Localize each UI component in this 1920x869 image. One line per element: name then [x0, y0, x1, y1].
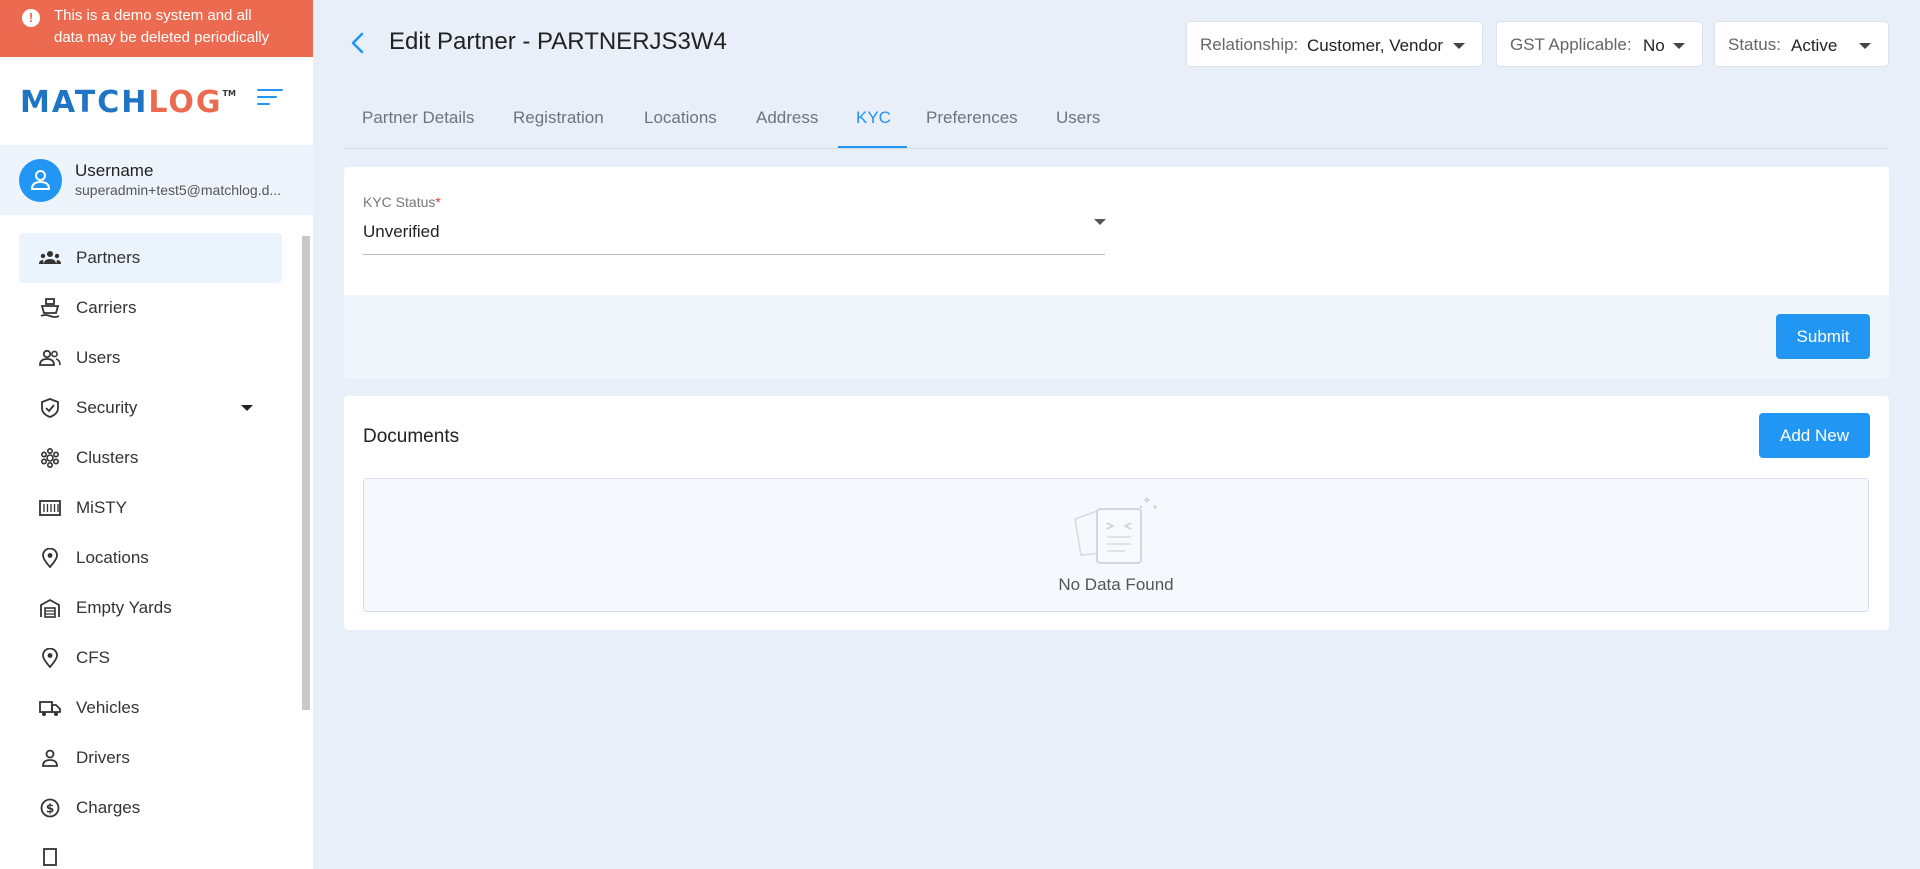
empty-state-text: No Data Found — [1058, 575, 1174, 594]
tab-preferences[interactable]: Preferences — [926, 108, 1018, 128]
documents-card: Documents Add New No Data Found — [344, 396, 1889, 630]
status-label: Status: — [1728, 35, 1781, 54]
sidebar-nav: Partners Carriers Users Security Cluster… — [0, 233, 313, 869]
sidebar-item-locations[interactable]: Locations — [19, 533, 282, 583]
field-underline — [363, 254, 1105, 255]
dollar-icon: $ — [40, 798, 60, 818]
sidebar-item-label: Carriers — [76, 298, 137, 317]
relationship-value: Customer, Vendor — [1307, 36, 1444, 55]
sidebar-item-clusters[interactable]: Clusters — [19, 433, 282, 483]
container-icon — [39, 500, 61, 516]
sidebar-item-label: Empty Yards — [76, 598, 172, 617]
sidebar-item-users[interactable]: Users — [19, 333, 282, 383]
kyc-status-label: KYC Status* — [363, 194, 441, 210]
sidebar-item-label: MiSTY — [76, 498, 127, 517]
user-profile[interactable]: Username superadmin+test5@matchlog.d... — [0, 145, 313, 215]
status-select[interactable]: Status: Active — [1714, 21, 1889, 67]
sidebar-item-misty[interactable]: MiSTY — [19, 483, 282, 533]
no-data-icon — [1074, 497, 1157, 564]
app-logo[interactable]: MATCHLOGTM — [20, 85, 236, 120]
sidebar-item-charges[interactable]: $ Charges — [19, 783, 282, 833]
back-arrow-icon[interactable] — [347, 30, 369, 56]
kyc-card-footer: Submit — [344, 295, 1889, 378]
demo-banner: ! This is a demo system and all data may… — [0, 0, 313, 57]
sidebar-item-label: Charges — [76, 798, 141, 817]
documents-title: Documents — [363, 426, 460, 447]
sidebar-item-label: CFS — [76, 648, 110, 667]
chevron-down-icon — [1859, 43, 1871, 49]
sidebar: ! This is a demo system and all data may… — [0, 0, 313, 869]
partner-tabs: Partner Details Registration Locations A… — [344, 90, 1888, 149]
page-header: Edit Partner - PARTNERJS3W4 Relationship… — [313, 0, 1920, 90]
warehouse-icon — [40, 598, 60, 618]
sidebar-item-label: Vehicles — [76, 698, 140, 717]
sidebar-item-label: Clusters — [76, 448, 139, 467]
relationship-select[interactable]: Relationship: Customer, Vendor — [1186, 21, 1483, 67]
page-title: Edit Partner - PARTNERJS3W4 — [389, 28, 727, 55]
sidebar-item-cfs[interactable]: CFS — [19, 633, 282, 683]
sidebar-item-label: Users — [76, 348, 121, 367]
gst-value: No — [1643, 36, 1665, 55]
warning-icon: ! — [22, 9, 40, 27]
users-icon — [39, 349, 61, 366]
avatar — [19, 159, 62, 202]
ship-icon — [40, 298, 60, 318]
sidebar-item-vehicles[interactable]: Vehicles — [19, 683, 282, 733]
document-icon — [43, 848, 57, 866]
chevron-down-icon — [1453, 43, 1465, 49]
add-new-button[interactable]: Add New — [1759, 413, 1870, 458]
tab-registration[interactable]: Registration — [513, 108, 604, 128]
clusters-icon — [40, 448, 60, 468]
chevron-down-icon — [1673, 43, 1685, 49]
sidebar-item-label: Security — [76, 398, 138, 417]
gst-label: GST Applicable: — [1510, 35, 1632, 54]
sidebar-item-more[interactable] — [19, 833, 282, 869]
person-icon — [42, 749, 58, 767]
gst-applicable-select[interactable]: GST Applicable: No — [1496, 21, 1703, 67]
status-value: Active — [1791, 36, 1838, 55]
user-name: Username — [75, 161, 154, 180]
location-pin-icon — [42, 648, 58, 668]
shield-icon — [41, 398, 59, 418]
sidebar-item-partners[interactable]: Partners — [19, 233, 282, 283]
tab-locations[interactable]: Locations — [644, 108, 717, 128]
svg-text:$: $ — [46, 802, 54, 816]
user-email: superadmin+test5@matchlog.d... — [75, 182, 282, 198]
sidebar-item-label: Drivers — [76, 748, 130, 767]
kyc-status-value: Unverified — [363, 222, 440, 241]
chevron-down-icon[interactable] — [241, 405, 253, 411]
tab-partner-details[interactable]: Partner Details — [362, 108, 474, 128]
location-pin-icon — [42, 548, 58, 568]
user-icon — [30, 170, 51, 190]
partners-icon — [39, 251, 61, 264]
sidebar-item-security[interactable]: Security — [19, 383, 282, 433]
active-tab-indicator — [838, 146, 907, 148]
demo-banner-line2: data may be deleted periodically — [54, 29, 270, 46]
sidebar-item-carriers[interactable]: Carriers — [19, 283, 282, 333]
truck-icon — [39, 701, 61, 716]
demo-banner-line1: This is a demo system and all — [54, 7, 252, 24]
menu-toggle-icon[interactable] — [257, 89, 283, 109]
tab-address[interactable]: Address — [756, 108, 818, 128]
logo-row: MATCHLOGTM — [0, 57, 313, 145]
sidebar-item-label: Partners — [76, 248, 141, 267]
documents-empty-state: No Data Found — [363, 478, 1869, 612]
sidebar-scrollbar[interactable] — [302, 236, 310, 710]
relationship-label: Relationship: — [1200, 35, 1299, 54]
chevron-down-icon — [1094, 219, 1106, 225]
kyc-card: KYC Status* Unverified Submit — [344, 167, 1889, 378]
sidebar-item-drivers[interactable]: Drivers — [19, 733, 282, 783]
tab-kyc[interactable]: KYC — [856, 108, 891, 128]
tab-users[interactable]: Users — [1056, 108, 1100, 128]
submit-button[interactable]: Submit — [1776, 314, 1870, 359]
sidebar-item-label: Locations — [76, 548, 149, 567]
sidebar-item-empty-yards[interactable]: Empty Yards — [19, 583, 282, 633]
